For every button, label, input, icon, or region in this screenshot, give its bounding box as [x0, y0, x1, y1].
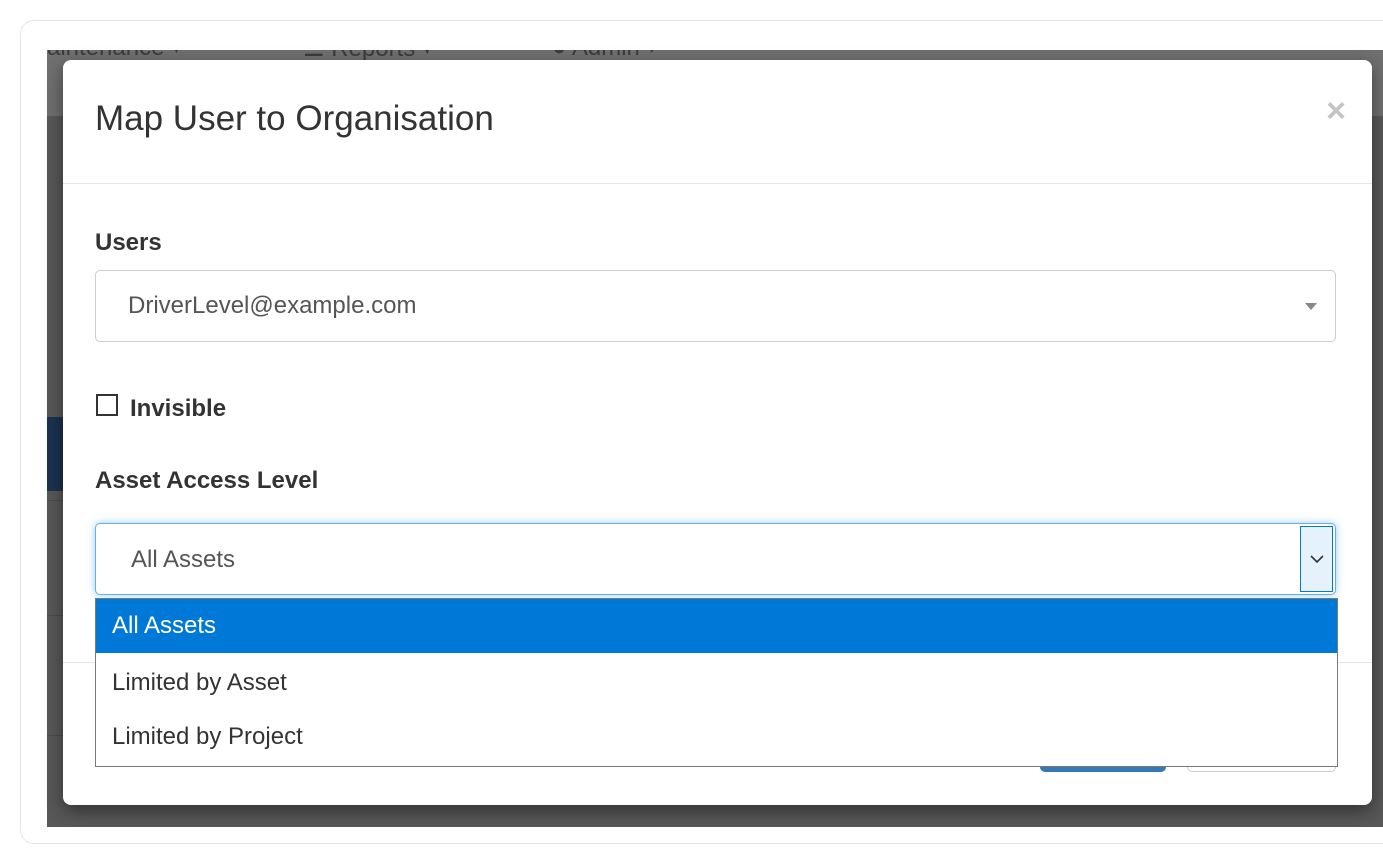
users-select-value: DriverLevel@example.com	[128, 292, 417, 319]
caret-down-icon: ▼	[646, 50, 658, 56]
option-limited-by-asset[interactable]: Limited by Asset	[96, 656, 1337, 710]
chevron-down-icon	[1305, 303, 1317, 310]
asset-access-select[interactable]: All Assets	[95, 523, 1336, 595]
option-limited-by-project[interactable]: Limited by Project	[96, 710, 1337, 764]
asset-access-options: All Assets Limited by Asset Limited by P…	[95, 598, 1338, 767]
map-user-modal: Map User to Organisation × Users DriverL…	[63, 60, 1372, 805]
option-all-assets[interactable]: All Assets	[96, 599, 1337, 653]
modal-title: Map User to Organisation	[95, 99, 494, 138]
modal-header: Map User to Organisation ×	[63, 60, 1372, 184]
users-select[interactable]: DriverLevel@example.com	[95, 270, 1336, 342]
close-icon[interactable]: ×	[1326, 94, 1346, 128]
asset-access-select-value: All Assets	[131, 546, 236, 573]
caret-down-icon: ▼	[170, 50, 182, 56]
caret-down-icon: ▼	[421, 50, 433, 57]
invisible-label: Invisible	[130, 395, 227, 422]
dropdown-toggle-button[interactable]	[1300, 526, 1333, 592]
chevron-down-icon	[1310, 555, 1324, 564]
invisible-checkbox[interactable]	[96, 394, 118, 416]
asset-access-label: Asset Access Level	[95, 467, 319, 494]
users-label: Users	[95, 229, 162, 256]
